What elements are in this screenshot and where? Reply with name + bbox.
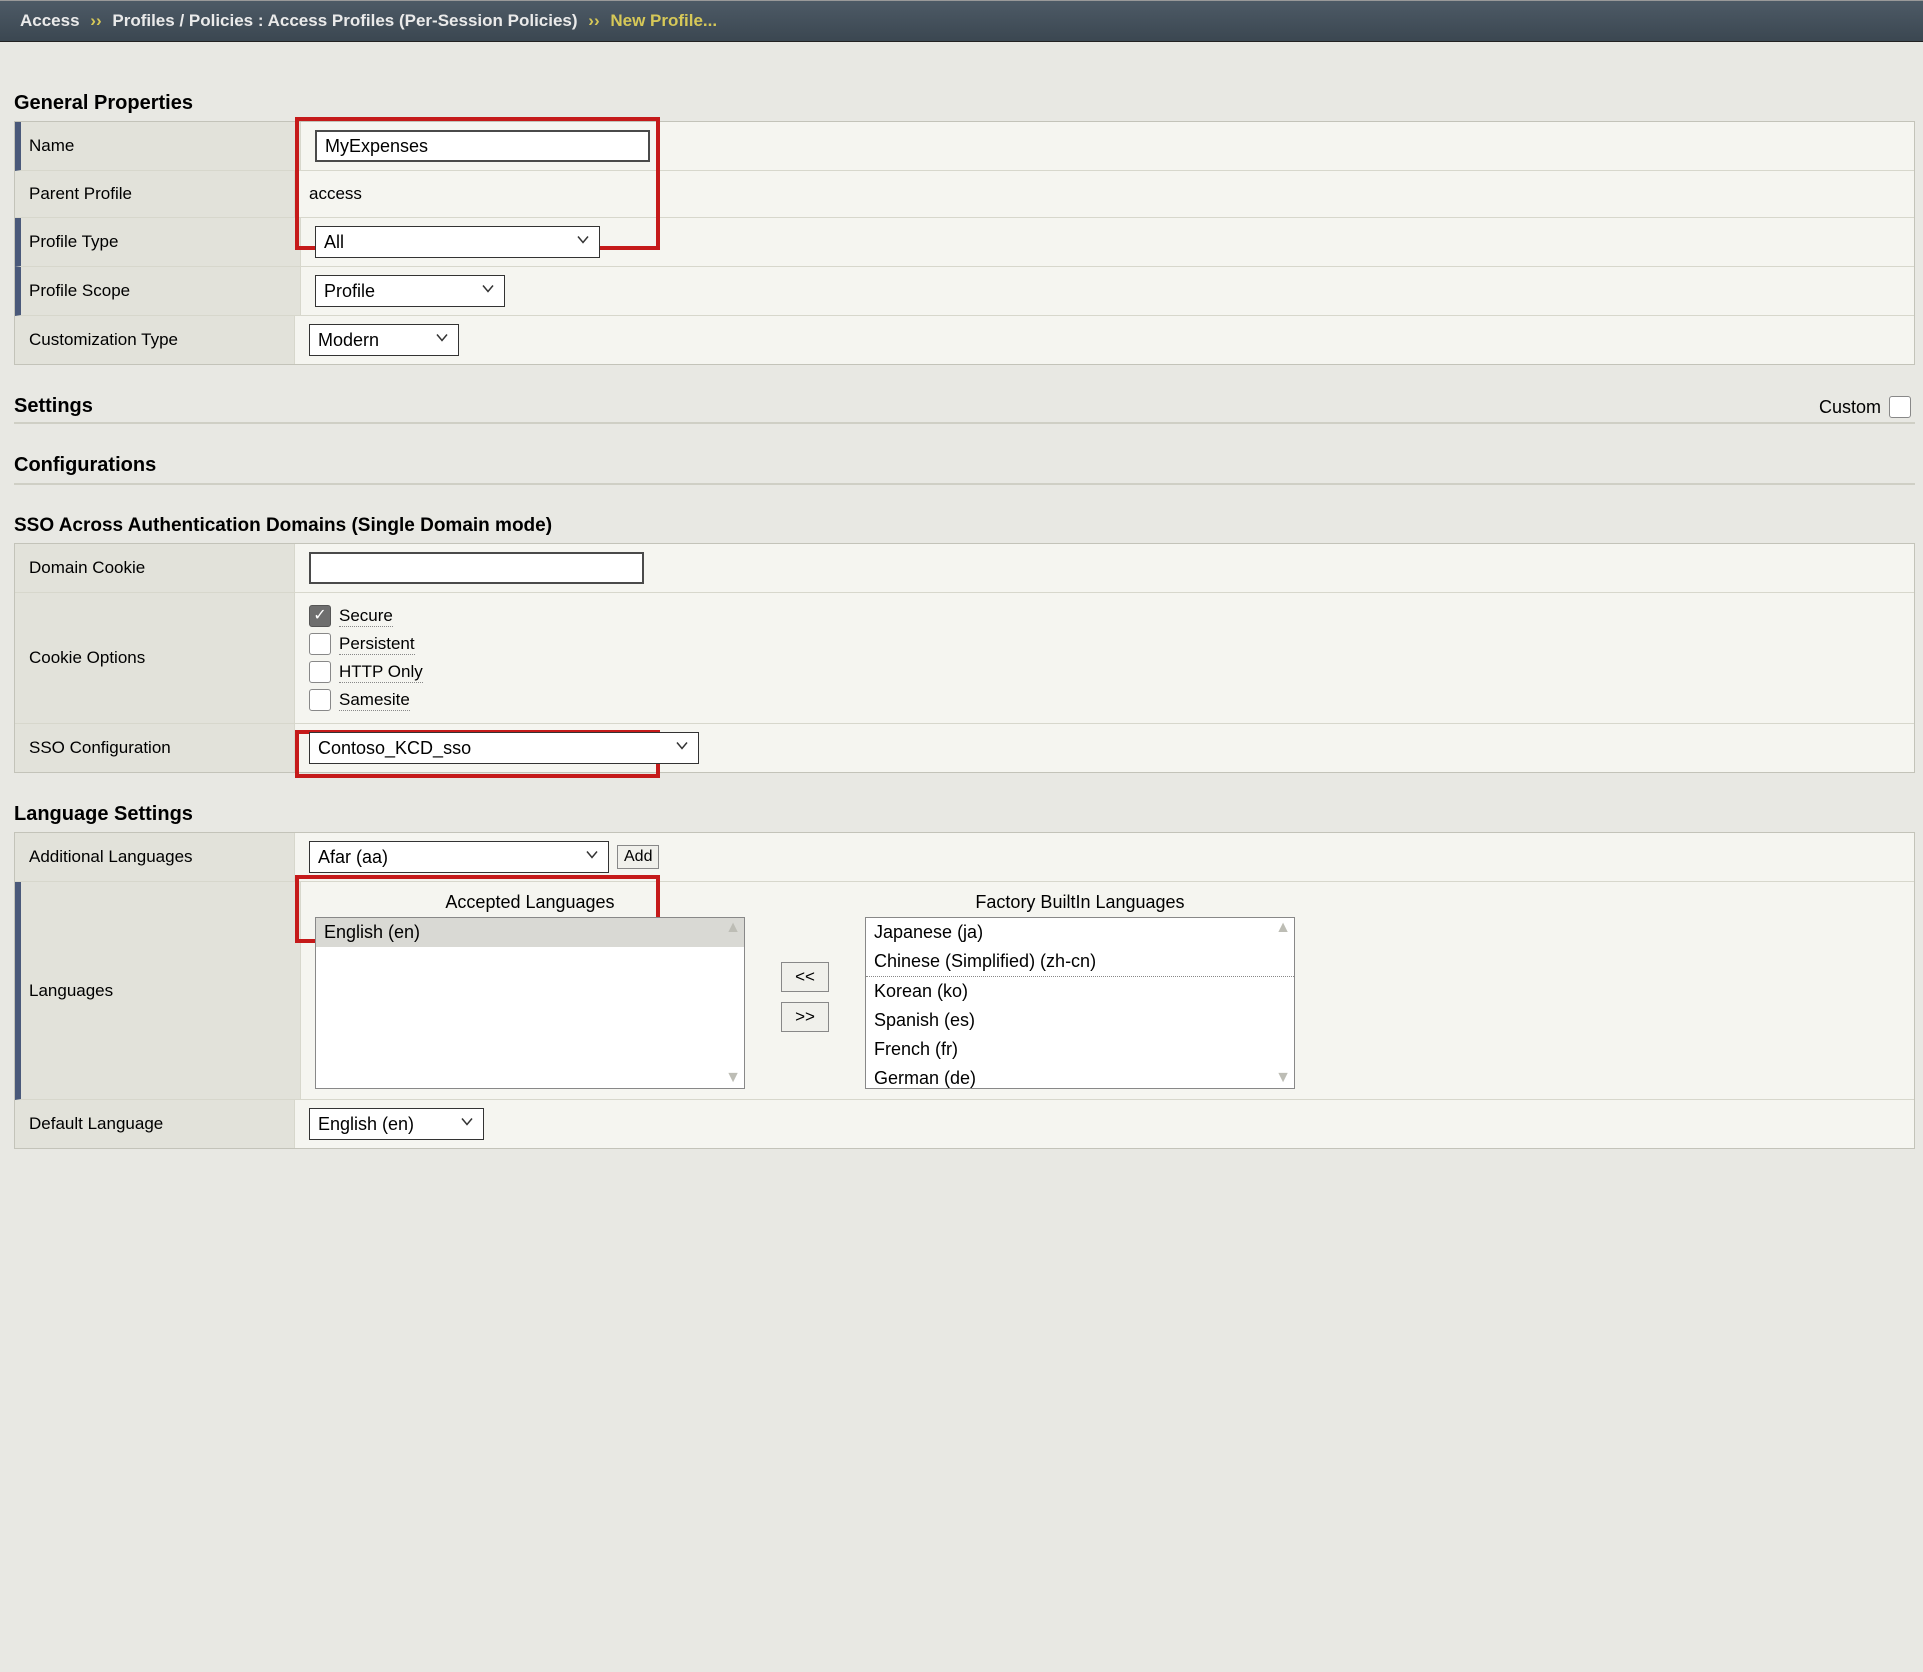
additional-languages-value: Afar (aa): [318, 847, 388, 868]
row-profile-scope: Profile Scope Profile: [15, 267, 1914, 316]
breadcrumb-seg-profiles[interactable]: Profiles / Policies : Access Profiles (P…: [112, 11, 577, 30]
languages-label: Languages: [21, 882, 301, 1099]
chevron-down-icon: [434, 330, 450, 351]
row-additional-languages: Additional Languages Afar (aa) Add: [15, 833, 1914, 882]
default-language-select[interactable]: English (en): [309, 1108, 484, 1140]
cookie-option-secure: Secure: [309, 605, 393, 627]
cookie-option-samesite: Samesite: [309, 689, 410, 711]
add-button[interactable]: Add: [617, 845, 659, 869]
persistent-label: Persistent: [339, 634, 415, 655]
sso-configuration-select[interactable]: Contoso_KCD_sso: [309, 732, 699, 764]
section-title-settings: Settings: [14, 395, 93, 418]
row-domain-cookie: Domain Cookie: [15, 544, 1914, 593]
chevron-down-icon: [480, 281, 496, 302]
section-title-language: Language Settings: [14, 803, 1915, 826]
breadcrumb-current: New Profile...: [610, 11, 717, 30]
custom-label: Custom: [1819, 397, 1881, 418]
language-panel: Additional Languages Afar (aa) Add Langu…: [14, 832, 1915, 1149]
chevron-down-icon: [459, 1114, 475, 1135]
additional-languages-label: Additional Languages: [15, 833, 295, 881]
chevron-down-icon: [575, 232, 591, 253]
list-item[interactable]: French (fr): [866, 1035, 1294, 1064]
profile-type-label: Profile Type: [21, 218, 301, 266]
sso-configuration-label: SSO Configuration: [15, 724, 295, 772]
factory-languages-listbox[interactable]: Japanese (ja) Chinese (Simplified) (zh-c…: [865, 917, 1295, 1089]
general-properties-panel: Name Parent Profile access Profile Type …: [14, 121, 1915, 365]
parent-profile-label: Parent Profile: [15, 171, 295, 217]
samesite-checkbox[interactable]: [309, 689, 331, 711]
accepted-languages-column: Accepted Languages English (en) ▲ ▼: [315, 892, 745, 1089]
secure-label: Secure: [339, 606, 393, 627]
breadcrumb-separator-1: ››: [90, 11, 101, 30]
list-item[interactable]: Korean (ko): [866, 977, 1294, 1006]
accepted-languages-title: Accepted Languages: [315, 892, 745, 913]
settings-header: Settings Custom: [14, 395, 1915, 424]
profile-type-select[interactable]: All: [315, 226, 600, 258]
row-customization-type: Customization Type Modern: [15, 316, 1914, 364]
up-arrow-icon: ▲: [1275, 920, 1291, 936]
chevron-down-icon: [674, 738, 690, 759]
profile-scope-label: Profile Scope: [21, 267, 301, 315]
move-right-button[interactable]: >>: [781, 1002, 829, 1032]
row-profile-type: Profile Type All: [15, 218, 1914, 267]
list-item[interactable]: Spanish (es): [866, 1006, 1294, 1035]
list-item[interactable]: Chinese (Simplified) (zh-cn): [866, 947, 1294, 977]
customization-type-select[interactable]: Modern: [309, 324, 459, 356]
down-arrow-icon: ▼: [725, 1070, 741, 1086]
name-label: Name: [21, 122, 301, 170]
down-arrow-icon: ▼: [1275, 1070, 1291, 1086]
factory-languages-title: Factory BuiltIn Languages: [865, 892, 1295, 913]
samesite-label: Samesite: [339, 690, 410, 711]
separator: [14, 483, 1915, 485]
httponly-label: HTTP Only: [339, 662, 423, 683]
list-item[interactable]: German (de): [866, 1064, 1294, 1089]
breadcrumb-seg-access[interactable]: Access: [20, 11, 80, 30]
section-title-sso-domains: SSO Across Authentication Domains (Singl…: [14, 515, 1915, 537]
customization-type-value: Modern: [318, 330, 379, 351]
up-arrow-icon: ▲: [725, 920, 741, 936]
default-language-label: Default Language: [15, 1100, 295, 1148]
section-title-configurations: Configurations: [14, 454, 1915, 477]
row-sso-configuration: SSO Configuration Contoso_KCD_sso: [15, 724, 1914, 772]
httponly-checkbox[interactable]: [309, 661, 331, 683]
row-name: Name: [15, 122, 1914, 171]
list-item[interactable]: English (en): [316, 918, 744, 947]
move-left-button[interactable]: <<: [781, 962, 829, 992]
domain-cookie-input[interactable]: [309, 552, 644, 584]
custom-toggle: Custom: [1819, 396, 1911, 418]
customization-type-label: Customization Type: [15, 316, 295, 364]
profile-scope-value: Profile: [324, 281, 375, 302]
scrollbar[interactable]: ▲ ▼: [722, 918, 744, 1088]
additional-languages-select[interactable]: Afar (aa): [309, 841, 609, 873]
name-input[interactable]: [315, 130, 650, 162]
cookie-option-persistent: Persistent: [309, 633, 415, 655]
custom-checkbox[interactable]: [1889, 396, 1911, 418]
cookie-options-label: Cookie Options: [15, 593, 295, 723]
sso-panel: Domain Cookie Cookie Options Secure Pers…: [14, 543, 1915, 773]
section-title-general: General Properties: [14, 92, 1915, 115]
row-parent-profile: Parent Profile access: [15, 171, 1914, 218]
domain-cookie-label: Domain Cookie: [15, 544, 295, 592]
breadcrumb-separator-2: ››: [588, 11, 599, 30]
persistent-checkbox[interactable]: [309, 633, 331, 655]
accepted-languages-listbox[interactable]: English (en) ▲ ▼: [315, 917, 745, 1089]
row-cookie-options: Cookie Options Secure Persistent HTTP On…: [15, 593, 1914, 724]
profile-scope-select[interactable]: Profile: [315, 275, 505, 307]
breadcrumb: Access ›› Profiles / Policies : Access P…: [0, 0, 1923, 42]
move-buttons: << >>: [765, 962, 845, 1032]
factory-languages-column: Factory BuiltIn Languages Japanese (ja) …: [865, 892, 1295, 1089]
parent-profile-value: access: [309, 184, 362, 204]
secure-checkbox[interactable]: [309, 605, 331, 627]
default-language-value: English (en): [318, 1114, 414, 1135]
row-default-language: Default Language English (en): [15, 1100, 1914, 1148]
row-languages: Languages Accepted Languages English (en…: [15, 882, 1914, 1100]
scrollbar[interactable]: ▲ ▼: [1272, 918, 1294, 1088]
sso-configuration-value: Contoso_KCD_sso: [318, 738, 471, 759]
list-item[interactable]: Japanese (ja): [866, 918, 1294, 947]
chevron-down-icon: [584, 847, 600, 868]
profile-type-value: All: [324, 232, 344, 253]
cookie-option-httponly: HTTP Only: [309, 661, 423, 683]
